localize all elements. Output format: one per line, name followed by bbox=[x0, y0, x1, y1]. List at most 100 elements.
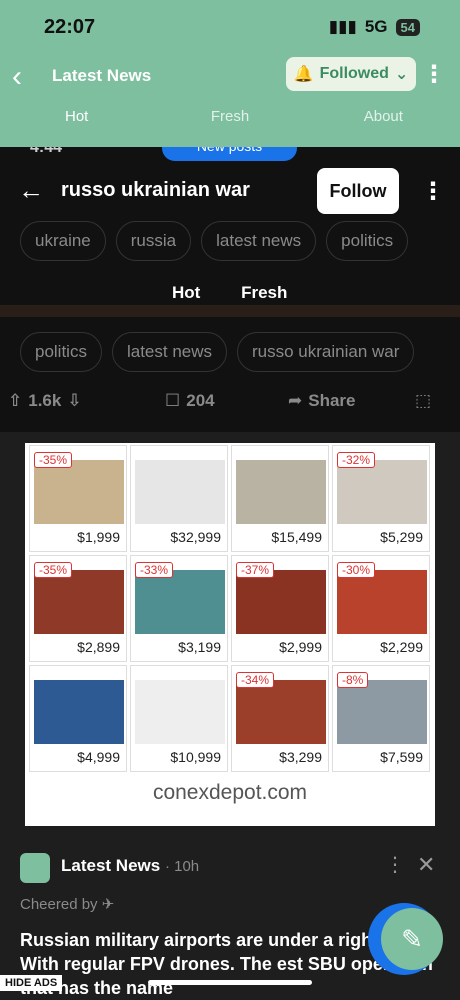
post-age: · 10h bbox=[164, 858, 200, 875]
chip: russo ukrainian war bbox=[237, 332, 415, 372]
network-label: 5G bbox=[364, 17, 388, 36]
chip: ukraine bbox=[20, 221, 106, 261]
chip: russia bbox=[115, 221, 192, 261]
inner-time: 4:44 bbox=[30, 147, 63, 156]
ad-product[interactable]: -8% $7,599 bbox=[332, 665, 430, 772]
comment-icon: ☐ bbox=[165, 391, 181, 410]
post-source-name[interactable]: Latest News bbox=[61, 856, 160, 875]
price-label: $2,899 bbox=[77, 639, 120, 655]
ad-product[interactable]: -35% $2,899 bbox=[29, 555, 127, 662]
close-icon[interactable]: ✕ bbox=[417, 852, 435, 878]
ad-product[interactable]: -32% $5,299 bbox=[332, 445, 430, 552]
share-group: ➦ Share bbox=[288, 391, 356, 411]
share-icon: ➦ bbox=[288, 391, 303, 410]
back-icon[interactable]: ‹ bbox=[12, 60, 22, 94]
upvote-count: 1.6k bbox=[28, 391, 62, 410]
news-app-icon bbox=[20, 853, 50, 883]
discount-badge: -35% bbox=[34, 562, 73, 578]
price-label: $10,999 bbox=[170, 749, 221, 765]
ad-product[interactable]: $15,499 bbox=[231, 445, 329, 552]
downvote-icon: ⇩ bbox=[67, 391, 82, 410]
post-more-icon[interactable]: ⋮ bbox=[385, 852, 405, 877]
save-icon: ⬚ bbox=[415, 391, 432, 410]
inner-header: ← russo ukrainian war Follow ⋮ bbox=[0, 165, 460, 219]
ad-product[interactable]: -35% $1,999 bbox=[29, 445, 127, 552]
app-bar: ‹ Latest News 🔔 Followed ⌄ ⋮ Hot Fresh A… bbox=[0, 52, 460, 147]
price-label: $7,599 bbox=[380, 749, 423, 765]
price-label: $4,999 bbox=[77, 749, 120, 765]
media-strip bbox=[0, 305, 460, 317]
post-actions: ⇧ 1.6k ⇩ ☐ 204 ➦ Share ⬚ bbox=[0, 385, 460, 425]
price-label: $2,999 bbox=[279, 639, 322, 655]
inner-title: russo ukrainian war bbox=[61, 179, 250, 201]
container-image bbox=[135, 460, 225, 524]
inner-tab-fresh: Fresh bbox=[241, 283, 288, 302]
follow-button: Follow bbox=[317, 168, 399, 214]
price-label: $3,299 bbox=[279, 749, 322, 765]
container-image bbox=[337, 570, 427, 634]
inner-more-icon: ⋮ bbox=[421, 178, 445, 205]
price-label: $5,299 bbox=[380, 529, 423, 545]
post-source[interactable]: Latest News · 10h bbox=[61, 856, 199, 876]
container-image bbox=[236, 680, 326, 744]
chevron-down-icon: ⌄ bbox=[394, 66, 409, 83]
ad-banner[interactable]: ▷ ✕ -35%$1,999$32,999$15,499-32%$5,299-3… bbox=[25, 443, 435, 826]
ad-product[interactable]: -34% $3,299 bbox=[231, 665, 329, 772]
hide-ads-button[interactable]: HIDE ADS bbox=[0, 975, 63, 991]
status-time: 22:07 bbox=[44, 16, 96, 38]
ad-domain[interactable]: conexdepot.com bbox=[25, 781, 435, 805]
container-image bbox=[236, 570, 326, 634]
container-image bbox=[34, 460, 124, 524]
price-label: $32,999 bbox=[170, 529, 221, 545]
discount-badge: -37% bbox=[236, 562, 275, 578]
discount-badge: -34% bbox=[236, 672, 275, 688]
container-image bbox=[34, 570, 124, 634]
back-arrow-icon: ← bbox=[18, 175, 44, 205]
tab-about[interactable]: About bbox=[307, 108, 460, 125]
tag-chips-bottom: politics latest news russo ukrainian war bbox=[20, 332, 415, 372]
share-label: Share bbox=[308, 391, 356, 410]
ad-product[interactable]: $10,999 bbox=[130, 665, 228, 772]
discount-badge: -33% bbox=[135, 562, 174, 578]
chip: politics bbox=[326, 221, 409, 261]
upvote-icon: ⇧ bbox=[8, 391, 23, 410]
more-icon[interactable]: ⋮ bbox=[422, 60, 446, 89]
signal-icon: ▮▮▮ bbox=[328, 17, 357, 36]
tab-bar: Hot Fresh About bbox=[0, 108, 460, 125]
chip: latest news bbox=[201, 221, 317, 261]
container-image bbox=[34, 680, 124, 744]
ad-product[interactable]: -37% $2,999 bbox=[231, 555, 329, 662]
cheered-by: Cheered by ✈ bbox=[20, 895, 114, 913]
comment-count: 204 bbox=[186, 391, 215, 410]
ad-product-grid: -35% $1,999 $32,999 $15,499 -32% $5,299 -35% $2… bbox=[29, 445, 430, 772]
battery-icon: 54 bbox=[395, 18, 420, 36]
ad-product[interactable]: -30% $2,299 bbox=[332, 555, 430, 662]
status-icons: ▮▮▮ 5G 54 bbox=[329, 17, 420, 37]
discount-badge: -8% bbox=[337, 672, 369, 688]
ad-product[interactable]: -33% $3,199 bbox=[130, 555, 228, 662]
discount-badge: -35% bbox=[34, 452, 73, 468]
container-image bbox=[337, 460, 427, 524]
comments-group: ☐ 204 bbox=[165, 391, 215, 411]
pencil-icon: ✎ bbox=[401, 924, 423, 954]
tab-fresh[interactable]: Fresh bbox=[153, 108, 306, 125]
followed-button[interactable]: 🔔 Followed ⌄ bbox=[286, 57, 416, 91]
followed-label: Followed bbox=[319, 65, 389, 82]
tab-hot[interactable]: Hot bbox=[0, 108, 153, 125]
chip: latest news bbox=[111, 332, 228, 372]
container-image bbox=[236, 460, 326, 524]
price-label: $2,299 bbox=[380, 639, 423, 655]
post-screenshot: 4:44 New posts ← russo ukrainian war Fol… bbox=[0, 147, 460, 432]
bell-icon: 🔔 bbox=[293, 66, 314, 83]
chip: politics bbox=[20, 332, 102, 372]
new-posts-pill: New posts bbox=[162, 147, 297, 161]
inner-feed-tabs: Hot Fresh bbox=[172, 283, 323, 303]
vote-group: ⇧ 1.6k ⇩ bbox=[8, 391, 82, 411]
discount-badge: -32% bbox=[337, 452, 376, 468]
home-indicator bbox=[148, 980, 312, 985]
tag-chips-top: ukraine russia latest news politics bbox=[20, 221, 409, 261]
ad-product[interactable]: $4,999 bbox=[29, 665, 127, 772]
compose-button[interactable]: ✎ bbox=[381, 908, 443, 970]
discount-badge: -30% bbox=[337, 562, 376, 578]
ad-product[interactable]: $32,999 bbox=[130, 445, 228, 552]
